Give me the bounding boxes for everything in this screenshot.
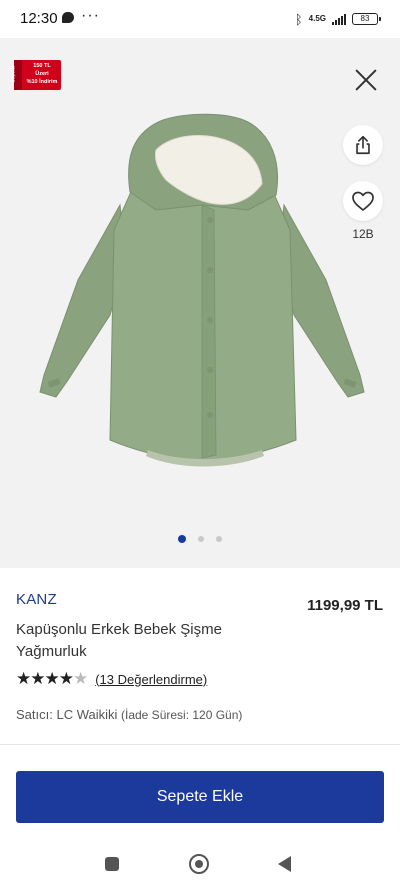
promo-badge: Sepette 150 TL Üzeri %10 İndirim — [10, 60, 61, 90]
slide-dot-2[interactable] — [198, 536, 204, 542]
promo-line-3: %10 İndirim — [26, 79, 58, 85]
status-time: 12:30 — [20, 10, 58, 27]
divider — [0, 744, 400, 745]
status-bar: 12:30 ··· ᛒ 4.5G 83 — [0, 0, 400, 38]
promo-side-strip: Sepette — [10, 60, 22, 90]
brand-name[interactable]: KANZ — [16, 591, 57, 608]
add-to-cart-button[interactable]: Sepete Ekle — [16, 771, 384, 823]
close-icon[interactable] — [354, 68, 378, 92]
signal-icon — [332, 13, 346, 25]
chat-notification-icon — [62, 12, 74, 23]
bluetooth-icon: ᛒ — [294, 11, 303, 27]
rating-stars: ★★★★★ — [16, 669, 88, 689]
more-notifications-icon: ··· — [81, 7, 100, 24]
rating-row: ★★★★★ (13 Değerlendirme) — [16, 669, 207, 689]
status-indicators: ᛒ 4.5G 83 — [294, 10, 381, 28]
promo-text: 150 TL Üzeri %10 İndirim — [23, 62, 61, 86]
battery-icon: 83 — [352, 13, 381, 25]
return-period: (İade Süresi: 120 Gün) — [121, 708, 243, 722]
rating-star-half: ★ — [72, 669, 88, 688]
promo-line-2: Üzeri — [35, 71, 49, 77]
product-price: 1199,99 TL — [307, 597, 383, 614]
slide-dot-1[interactable] — [178, 535, 186, 543]
back-icon[interactable] — [278, 856, 291, 872]
system-nav-bar — [0, 840, 400, 888]
product-gallery[interactable]: Sepette 150 TL Üzeri %10 İndirim 12B — [0, 38, 400, 568]
network-type: 4.5G — [308, 14, 326, 23]
rating-stars-filled: ★★★★ — [16, 669, 74, 688]
seller-name[interactable]: Satıcı: LC Waikiki — [16, 707, 117, 722]
product-image — [39, 113, 365, 467]
promo-side-text: Sepette — [10, 65, 17, 83]
promo-line-1: 150 TL — [33, 63, 51, 69]
product-title: Kapüşonlu Erkek Bebek Şişme Yağmurluk — [16, 621, 222, 660]
slide-indicator[interactable] — [0, 535, 400, 543]
seller-info: Satıcı: LC Waikiki (İade Süresi: 120 Gün… — [16, 707, 242, 722]
slide-dot-3[interactable] — [216, 536, 222, 542]
home-icon[interactable] — [189, 854, 209, 874]
recent-apps-icon[interactable] — [105, 857, 119, 871]
reviews-link[interactable]: (13 Değerlendirme) — [95, 672, 207, 687]
